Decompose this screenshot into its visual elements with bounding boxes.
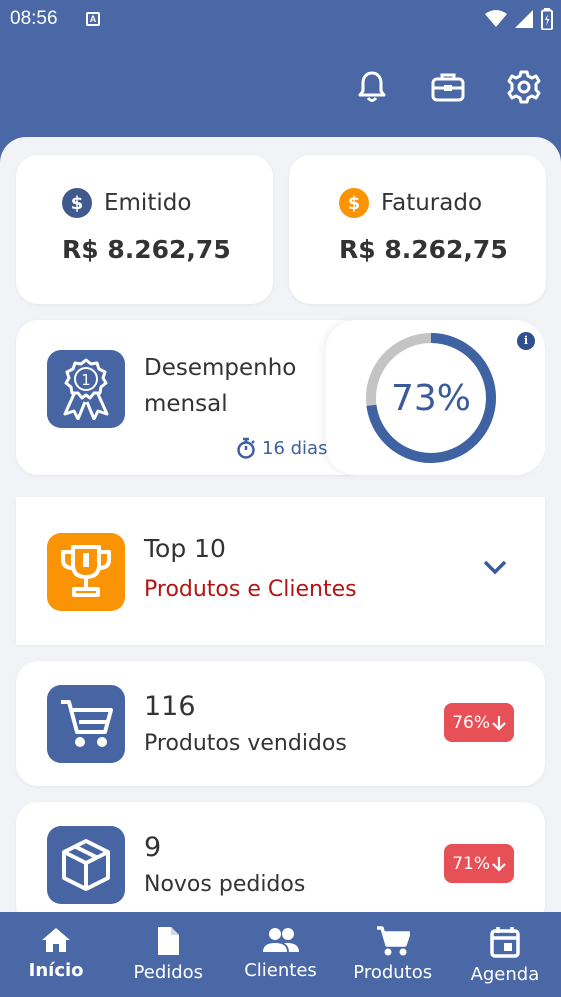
award-badge-icon: 1: [47, 350, 125, 428]
performance-gauge-card[interactable]: i 73%: [326, 320, 545, 475]
days-label: 16 dias: [262, 437, 328, 459]
dollar-coin-icon: $: [62, 188, 92, 218]
emitido-value: R$ 8.262,75: [62, 235, 231, 264]
notifications-button[interactable]: [355, 68, 389, 106]
nav-label: Início: [28, 960, 84, 981]
briefcase-button[interactable]: [431, 68, 465, 106]
notification-a-icon: A: [86, 12, 100, 26]
performance-percent: 73%: [390, 377, 471, 419]
emitido-label: Emitido: [104, 190, 192, 216]
top10-title: Top 10: [144, 534, 226, 563]
status-time: 08:56: [10, 8, 58, 29]
people-icon: [262, 928, 299, 952]
nav-agenda[interactable]: Agenda: [449, 912, 561, 997]
badge-number: 1: [81, 371, 91, 389]
new-orders-label: Novos pedidos: [144, 872, 306, 897]
arrow-down-icon: [492, 856, 506, 872]
dashboard-content: $ Emitido R$ 8.262,75 $ Faturado R$ 8.26…: [0, 137, 561, 912]
document-icon: [158, 927, 180, 955]
stopwatch-icon: [237, 437, 255, 459]
top10-card[interactable]: Top 10 Produtos e Clientes: [16, 497, 545, 645]
nav-clientes[interactable]: Clientes: [224, 912, 336, 997]
bottom-navigation: Início Pedidos Clientes Produtos Agenda: [0, 912, 561, 997]
bell-icon: [358, 71, 386, 102]
emitido-card[interactable]: $ Emitido R$ 8.262,75: [16, 155, 273, 304]
faturado-card[interactable]: $ Faturado R$ 8.262,75: [289, 155, 546, 304]
briefcase-icon: [431, 73, 465, 102]
box-icon: [47, 826, 125, 904]
faturado-label: Faturado: [381, 190, 483, 216]
arrow-down-icon: [492, 715, 506, 731]
battery-icon: [541, 8, 553, 30]
nav-inicio[interactable]: Início: [0, 912, 112, 997]
home-icon: [42, 928, 71, 952]
dollar-coin-icon: $: [339, 188, 369, 218]
performance-card[interactable]: 1 Desempenho mensal 16 dias: [16, 320, 366, 475]
chevron-down-icon[interactable]: [483, 559, 507, 575]
cart-icon: [47, 685, 125, 763]
info-icon[interactable]: i: [517, 332, 535, 350]
new-orders-count: 9: [144, 832, 162, 863]
change-value: 76%: [452, 712, 490, 733]
gear-icon: [507, 70, 541, 104]
calendar-icon: [490, 927, 520, 958]
nav-produtos[interactable]: Produtos: [337, 912, 449, 997]
status-icons: [485, 8, 553, 30]
products-sold-label: Produtos vendidos: [144, 731, 347, 756]
faturado-value: R$ 8.262,75: [339, 235, 508, 264]
nav-label: Produtos: [353, 962, 433, 983]
change-value: 71%: [452, 853, 490, 874]
products-sold-count: 116: [144, 691, 196, 722]
top10-subtitle: Produtos e Clientes: [144, 577, 357, 602]
new-orders-card[interactable]: 9 Novos pedidos 71%: [16, 802, 545, 912]
settings-button[interactable]: [507, 68, 541, 106]
products-sold-card[interactable]: 116 Produtos vendidos 76%: [16, 661, 545, 786]
products-sold-change-badge: 76%: [444, 703, 514, 742]
trophy-icon: [47, 533, 125, 611]
wifi-icon: [485, 10, 507, 27]
nav-label: Clientes: [244, 960, 317, 981]
signal-icon: [515, 10, 533, 28]
days-remaining: 16 dias: [236, 437, 327, 459]
new-orders-change-badge: 71%: [444, 844, 514, 883]
nav-pedidos[interactable]: Pedidos: [112, 912, 224, 997]
performance-title: Desempenho mensal: [144, 355, 297, 417]
cart-icon: [376, 926, 410, 956]
nav-label: Pedidos: [133, 962, 204, 983]
header-actions: [355, 68, 541, 106]
status-bar: 08:56 A: [0, 0, 561, 40]
nav-label: Agenda: [470, 964, 540, 985]
